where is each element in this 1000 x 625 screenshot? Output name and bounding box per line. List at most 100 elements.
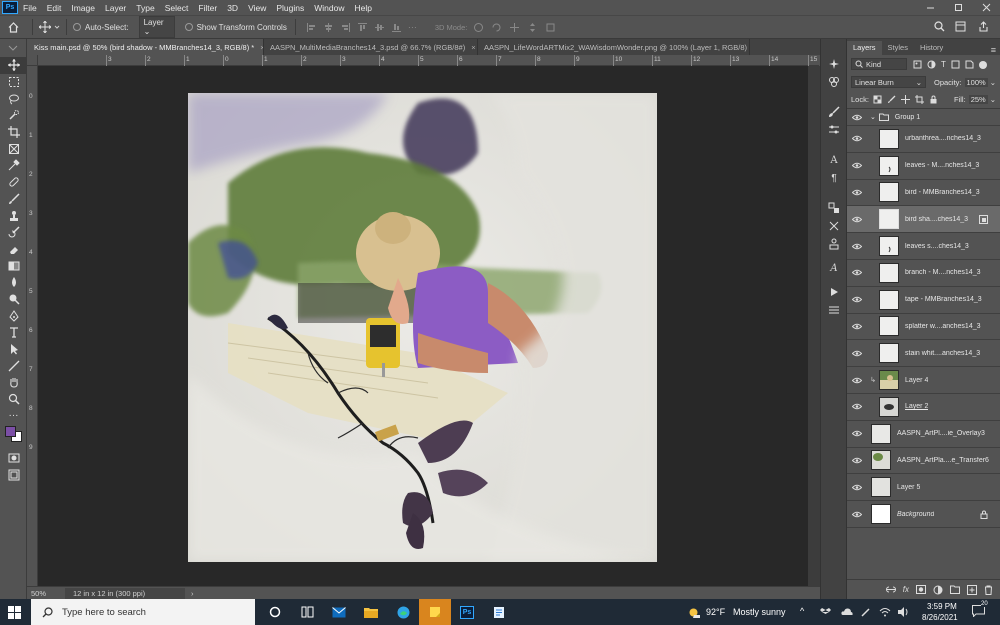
show-transform-controls-checkbox[interactable]: Show Transform Controls — [184, 23, 287, 32]
eye-icon[interactable] — [847, 114, 867, 121]
paragraph-icon[interactable]: ¶ — [821, 169, 847, 187]
eye-icon[interactable] — [847, 135, 867, 142]
brushes-icon[interactable] — [821, 103, 847, 121]
layer-style-button[interactable]: fx — [903, 585, 909, 594]
brush-tool-icon[interactable] — [0, 191, 27, 208]
fill-input[interactable]: 25% — [968, 95, 988, 104]
align-left-icon[interactable] — [306, 22, 317, 33]
lock-position-icon[interactable] — [900, 95, 910, 104]
menu-3d[interactable]: 3D — [222, 3, 243, 13]
layer-group-1[interactable]: ⌄ Group 1 — [847, 109, 1000, 126]
crop-tool-icon[interactable] — [0, 124, 27, 141]
filter-shape-icon[interactable] — [951, 60, 960, 69]
minimize-icon[interactable] — [916, 0, 944, 15]
menu-type[interactable]: Type — [131, 3, 159, 13]
eye-icon[interactable] — [847, 269, 867, 276]
move-tool-icon[interactable] — [0, 57, 27, 74]
chevron-down-icon[interactable]: ⌄ — [990, 78, 996, 87]
3d-pan-icon[interactable] — [509, 22, 520, 33]
menu-window[interactable]: Window — [309, 3, 349, 13]
3d-scale-icon[interactable] — [545, 22, 556, 33]
timeline-icon[interactable] — [821, 301, 847, 319]
align-top-icon[interactable] — [357, 22, 368, 33]
filter-toggle-icon[interactable] — [978, 60, 987, 69]
3d-orbit-icon[interactable] — [473, 22, 484, 33]
dropbox-icon[interactable] — [820, 607, 831, 619]
adjustments-icon[interactable] — [821, 121, 847, 139]
layer-splatter[interactable]: splatter w....anches14_3 — [847, 314, 1000, 341]
frame-tool-icon[interactable] — [0, 140, 27, 157]
menu-image[interactable]: Image — [66, 3, 100, 13]
layer-bird[interactable]: bird - MMBranches14_3 — [847, 180, 1000, 207]
notifications-icon[interactable] — [972, 605, 985, 619]
move-tool-preset-icon[interactable] — [39, 21, 60, 33]
layer-4[interactable]: ↳ Layer 4 — [847, 367, 1000, 394]
weather-sun-icon[interactable] — [687, 606, 700, 621]
filter-type-icon[interactable]: T — [941, 60, 946, 69]
character-icon[interactable]: A — [821, 151, 847, 169]
align-bottom-icon[interactable] — [391, 22, 402, 33]
layer-background[interactable]: Background — [847, 501, 1000, 528]
quick-selection-tool-icon[interactable] — [0, 107, 27, 124]
menu-help[interactable]: Help — [349, 3, 376, 13]
lock-all-icon[interactable] — [929, 95, 938, 104]
lock-pixels-icon[interactable] — [887, 95, 896, 104]
tab-styles[interactable]: Styles — [882, 41, 914, 55]
add-mask-icon[interactable] — [916, 585, 926, 594]
layer-tape[interactable]: tape - MMBranches14_3 — [847, 287, 1000, 314]
dodge-tool-icon[interactable] — [0, 291, 27, 308]
layer-2[interactable]: Layer 2 — [847, 394, 1000, 421]
marquee-tool-icon[interactable] — [0, 74, 27, 91]
foreground-color-swatch[interactable] — [5, 426, 16, 438]
lasso-tool-icon[interactable] — [0, 90, 27, 107]
type-tool-icon[interactable] — [0, 324, 27, 341]
screen-mode-icon[interactable] — [0, 467, 27, 484]
eye-icon[interactable] — [847, 323, 867, 330]
learn-icon[interactable] — [821, 55, 847, 73]
layer-urbanthread[interactable]: urbanthrea....nches14_3 — [847, 126, 1000, 153]
layer-artplay-transfer[interactable]: AASPN_ArtPla....e_Transfer6 — [847, 448, 1000, 475]
auto-select-checkbox[interactable]: Auto-Select: — [73, 23, 129, 32]
eraser-tool-icon[interactable] — [0, 241, 27, 258]
photoshop-taskbar-icon[interactable]: Ps — [451, 599, 483, 625]
more-options-icon[interactable]: ··· — [408, 22, 417, 33]
actions-play-icon[interactable] — [821, 283, 847, 301]
menu-select[interactable]: Select — [160, 3, 194, 13]
quick-mask-icon[interactable] — [0, 450, 27, 467]
weather-temp[interactable]: 92°F — [706, 607, 725, 617]
close-window-icon[interactable] — [972, 0, 1000, 15]
chevron-down-icon[interactable]: ⌄ — [870, 113, 876, 121]
collapse-toolbar-icon[interactable] — [0, 39, 26, 57]
layer-branch[interactable]: branch - M....nches14_3 — [847, 260, 1000, 287]
opacity-input[interactable]: 100% — [964, 77, 988, 87]
layer-filter-dropdown[interactable]: Kind — [851, 58, 907, 70]
hand-tool-icon[interactable] — [0, 374, 27, 391]
filter-adjustment-icon[interactable] — [927, 60, 936, 69]
document-info[interactable]: 12 in x 12 in (300 ppi) — [65, 587, 185, 599]
volume-icon[interactable] — [898, 607, 910, 619]
lock-transparent-icon[interactable] — [873, 95, 882, 104]
eye-icon[interactable] — [847, 511, 867, 518]
line-tool-icon[interactable] — [0, 357, 27, 374]
menu-filter[interactable]: Filter — [193, 3, 222, 13]
align-center-icon[interactable] — [323, 22, 334, 33]
share-icon[interactable] — [978, 21, 989, 34]
new-group-icon[interactable] — [950, 585, 960, 594]
eye-icon[interactable] — [847, 403, 867, 410]
vertical-scrollbar[interactable] — [808, 66, 820, 586]
wifi-icon[interactable] — [879, 607, 891, 619]
align-right-icon[interactable] — [340, 22, 351, 33]
align-middle-icon[interactable] — [374, 22, 385, 33]
3d-roll-icon[interactable] — [491, 22, 502, 33]
eye-icon[interactable] — [847, 484, 867, 491]
workspace-icon[interactable] — [955, 21, 966, 34]
pen-icon[interactable] — [861, 607, 871, 619]
weather-description[interactable]: Mostly sunny — [733, 607, 786, 617]
menu-edit[interactable]: Edit — [42, 3, 67, 13]
blend-mode-dropdown[interactable]: Linear Burn ⌄ — [851, 76, 926, 88]
clock-date[interactable]: 8/26/2021 — [922, 613, 958, 622]
filter-smart-object-icon[interactable] — [965, 60, 974, 69]
tab-kiss-main[interactable]: Kiss main.psd @ 50% (bird shadow - MMBra… — [28, 39, 264, 55]
adjustment-layer-icon[interactable] — [933, 585, 943, 595]
pen-tool-icon[interactable] — [0, 307, 27, 324]
